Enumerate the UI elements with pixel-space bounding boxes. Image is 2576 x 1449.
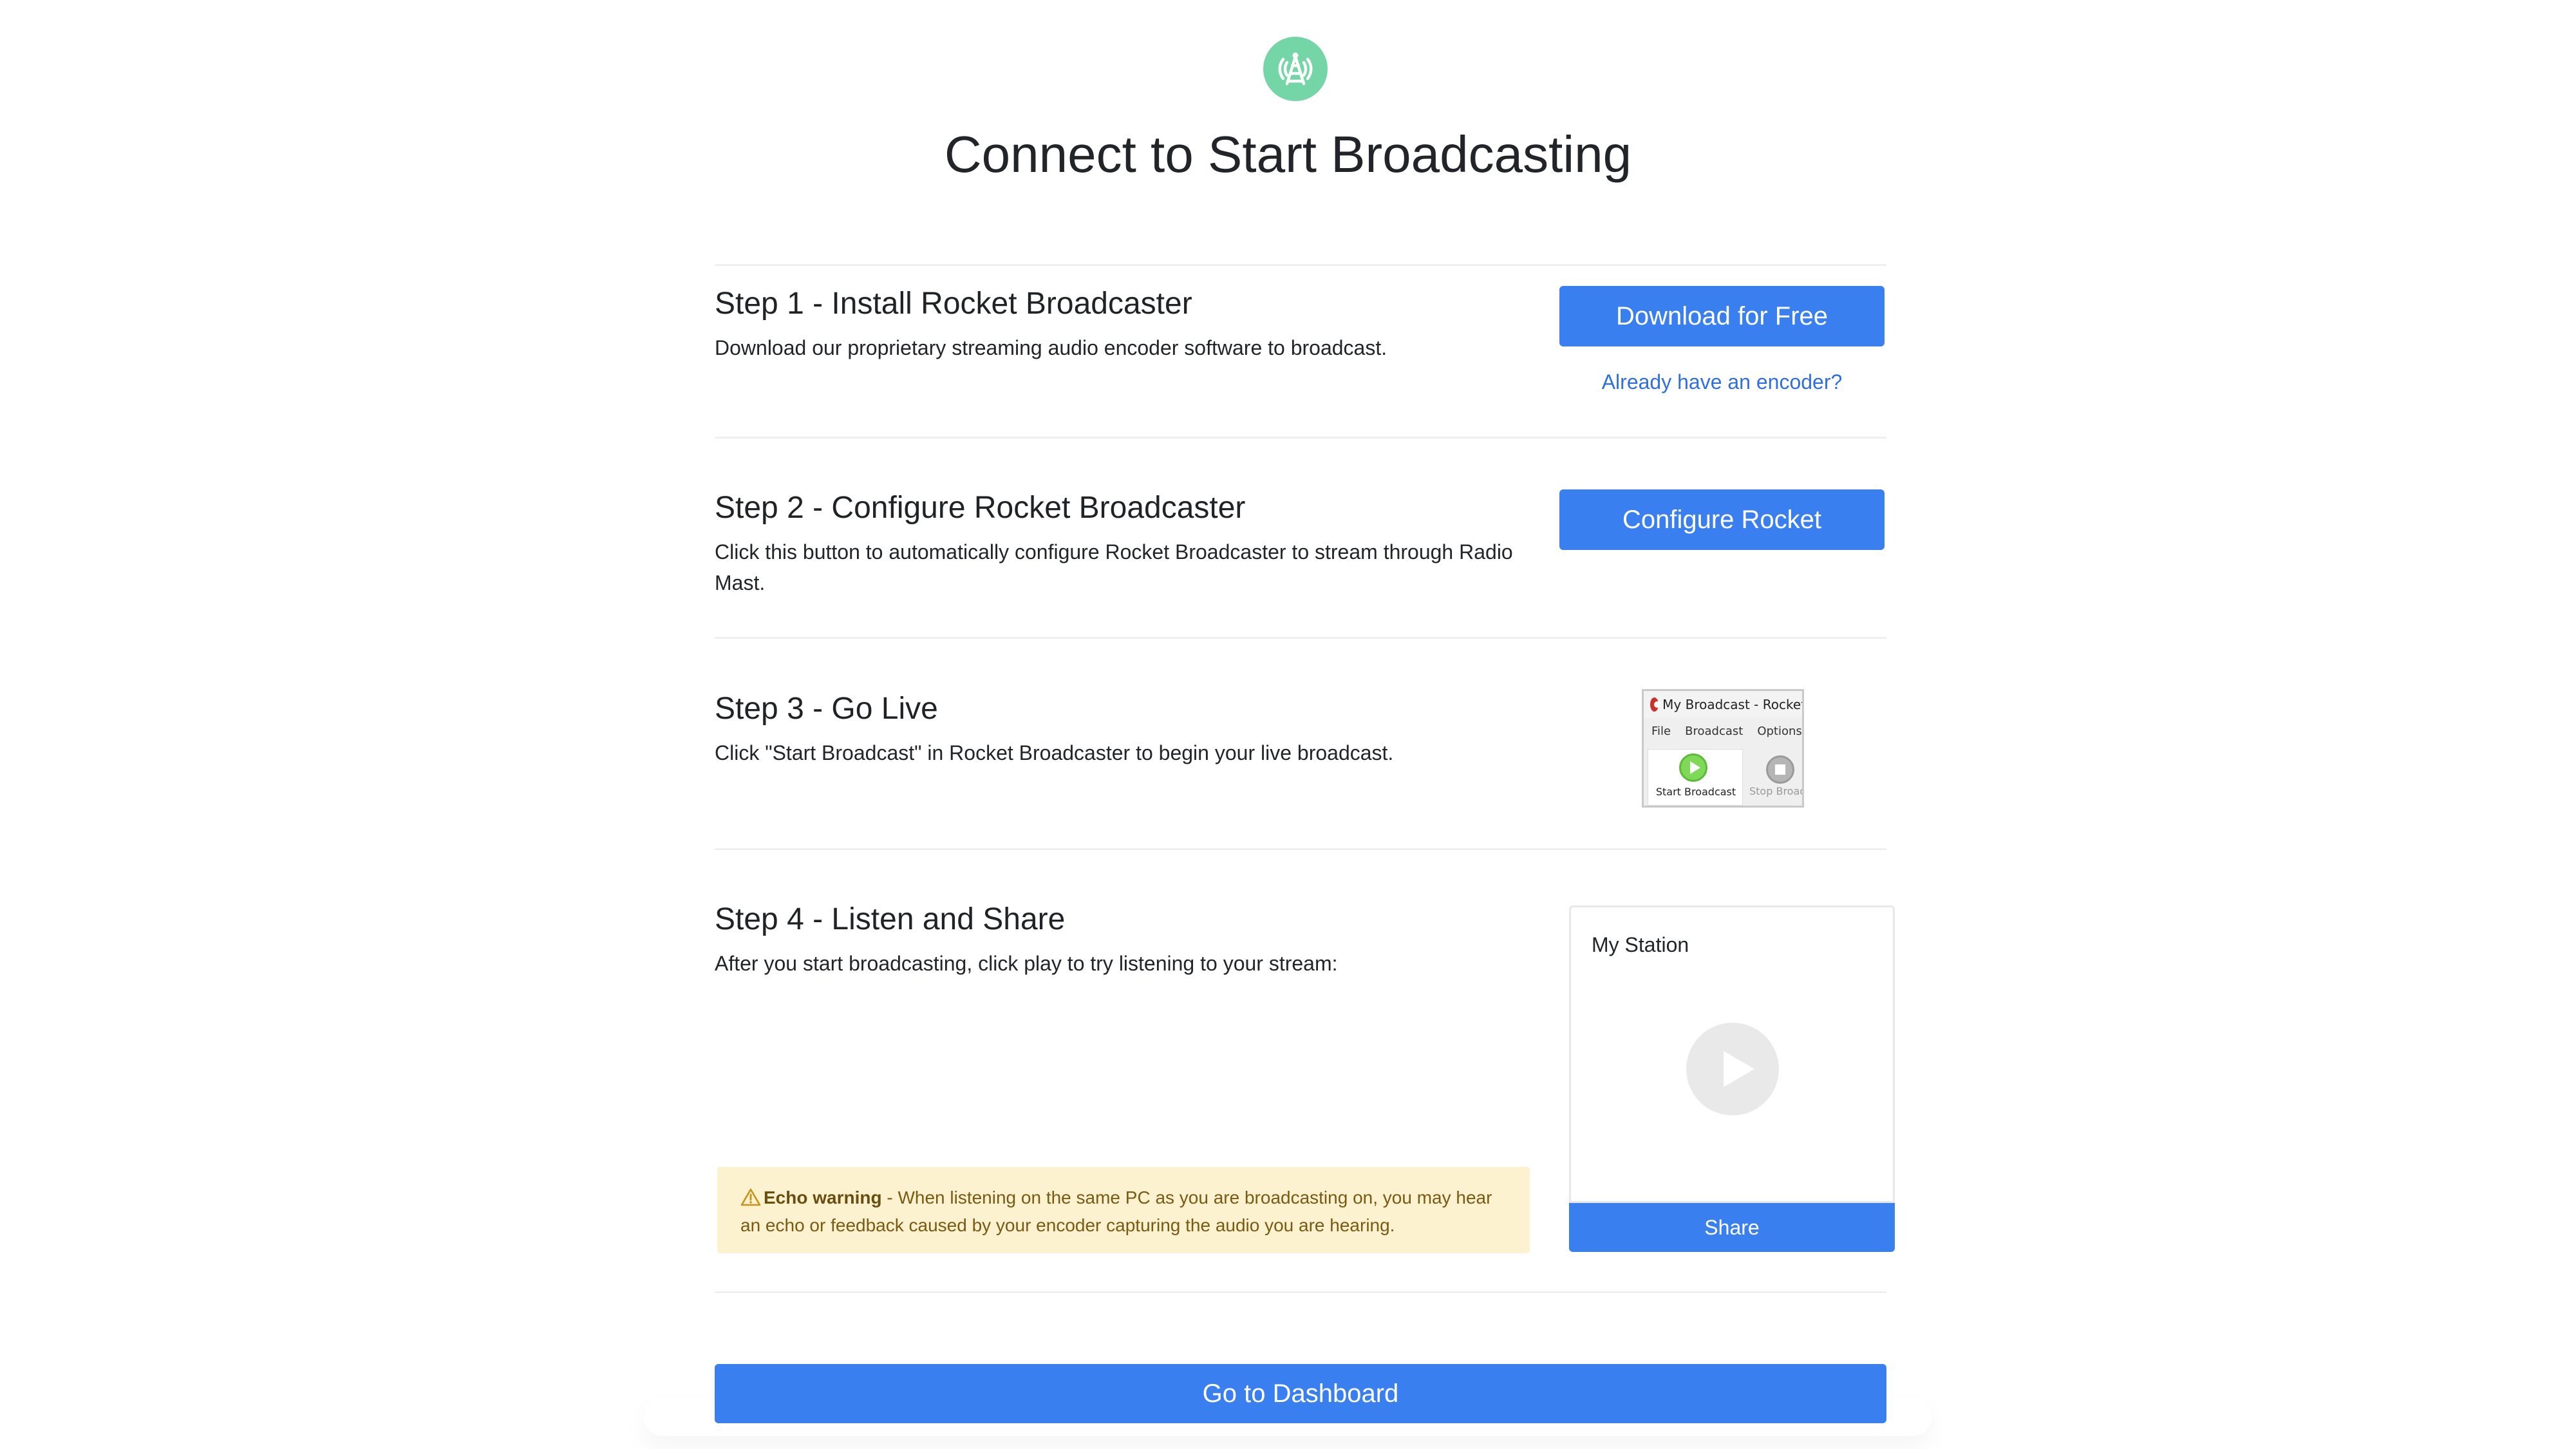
screenshot-menu-broadcast: Broadcast bbox=[1685, 724, 1744, 738]
divider bbox=[715, 848, 1886, 850]
divider bbox=[715, 437, 1886, 439]
record-icon bbox=[1650, 697, 1661, 712]
play-icon[interactable] bbox=[1686, 1023, 1779, 1115]
station-player: My Station bbox=[1569, 905, 1895, 1203]
rocket-broadcaster-screenshot: My Broadcast - Rocket File Broadcast Opt… bbox=[1642, 689, 1804, 808]
page-title: Connect to Start Broadcasting bbox=[944, 126, 1632, 183]
step-3-title: Step 3 - Go Live bbox=[715, 692, 938, 726]
already-have-encoder-link[interactable]: Already have an encoder? bbox=[1559, 369, 1885, 395]
divider bbox=[715, 264, 1886, 266]
download-button[interactable]: Download for Free bbox=[1559, 286, 1885, 346]
step-3-description: Click "Start Broadcast" in Rocket Broadc… bbox=[715, 741, 1394, 764]
step-4-description: After you start broadcasting, click play… bbox=[715, 952, 1338, 975]
configure-rocket-button[interactable]: Configure Rocket bbox=[1559, 489, 1885, 550]
echo-warning-title: Echo warning bbox=[764, 1188, 882, 1208]
step-2-title: Step 2 - Configure Rocket Broadcaster bbox=[715, 491, 1246, 525]
screenshot-stop-label: Stop Broadc bbox=[1749, 785, 1802, 797]
radio-tower-icon bbox=[1263, 37, 1328, 101]
share-button[interactable]: Share bbox=[1569, 1203, 1895, 1252]
screenshot-start-label: Start Broadcast bbox=[1655, 786, 1736, 798]
step-1-description: Download our proprietary streaming audio… bbox=[715, 336, 1387, 359]
start-broadcast-icon bbox=[1679, 753, 1707, 782]
screenshot-menu: File Broadcast Options bbox=[1644, 724, 1802, 744]
screenshot-titlebar: My Broadcast - Rocket bbox=[1644, 691, 1804, 718]
warning-triangle-icon bbox=[740, 1188, 761, 1206]
station-name: My Station bbox=[1592, 933, 1689, 956]
echo-warning: Echo warning - When listening on the sam… bbox=[717, 1167, 1530, 1253]
screenshot-menu-options: Options bbox=[1757, 724, 1802, 738]
connect-page: Connect to Start Broadcasting Step 1 - I… bbox=[0, 0, 2576, 1449]
go-to-dashboard-button[interactable]: Go to Dashboard bbox=[715, 1364, 1886, 1423]
screenshot-menu-file: File bbox=[1651, 724, 1671, 738]
step-1-title: Step 1 - Install Rocket Broadcaster bbox=[715, 287, 1192, 321]
screenshot-start-broadcast: Start Broadcast bbox=[1648, 749, 1743, 806]
stop-broadcast-icon bbox=[1766, 755, 1794, 784]
divider bbox=[715, 1291, 1886, 1293]
step-4-title: Step 4 - Listen and Share bbox=[715, 902, 1066, 936]
divider bbox=[715, 637, 1886, 639]
screenshot-window-title: My Broadcast - Rocket bbox=[1662, 697, 1804, 712]
step-2-description: Click this button to automatically confi… bbox=[715, 540, 1513, 594]
